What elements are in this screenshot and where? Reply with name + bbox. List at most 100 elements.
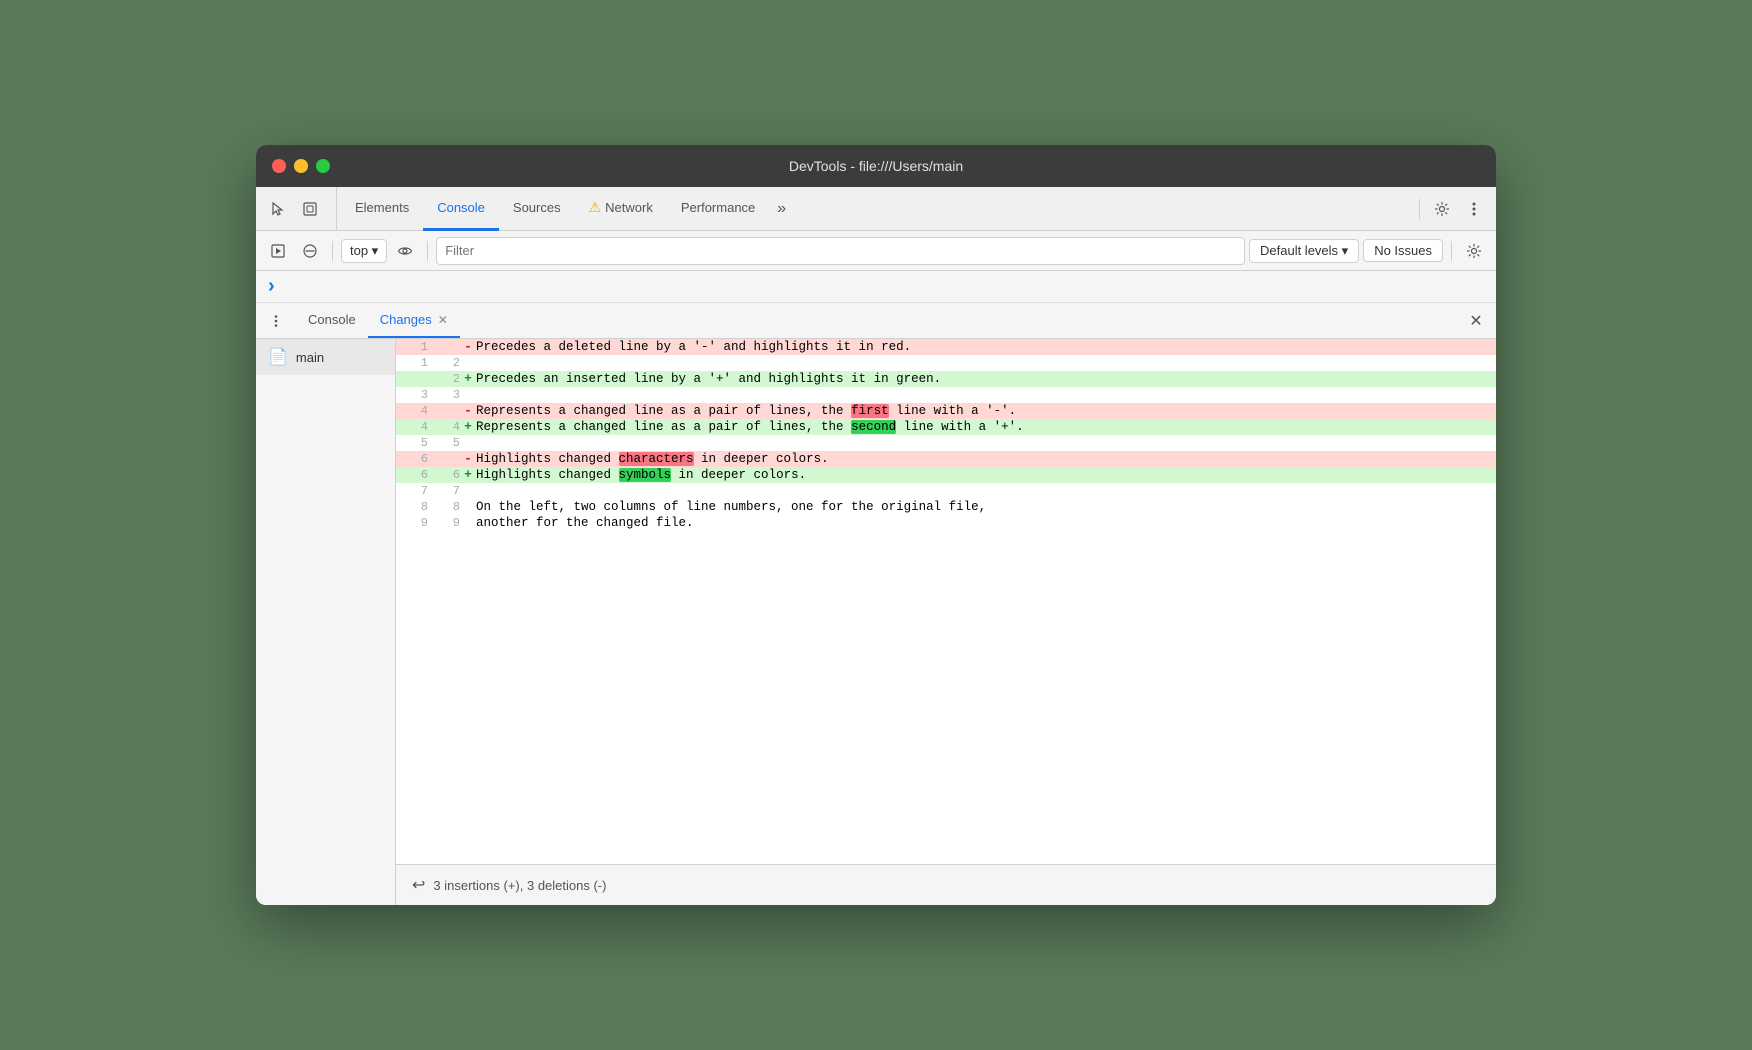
console-toolbar: top ▾ Default levels ▾ No Issues <box>256 231 1496 271</box>
close-changes-tab-button[interactable]: ✕ <box>438 313 448 327</box>
tab-network[interactable]: ⚠ Network <box>575 187 667 231</box>
more-tabs-button[interactable]: » <box>769 187 794 230</box>
diff-line-content <box>476 435 1496 451</box>
toolbar-separator-2 <box>427 241 428 261</box>
tab-performance[interactable]: Performance <box>667 187 769 231</box>
old-line-num: 9 <box>396 515 428 531</box>
minimize-button[interactable] <box>294 159 308 173</box>
undo-icon[interactable]: ↩ <box>412 875 425 895</box>
new-line-num: 2 <box>428 355 460 371</box>
file-icon: 📄 <box>268 347 288 367</box>
new-line-num: 3 <box>428 387 460 403</box>
old-line-num: 1 <box>396 339 428 355</box>
tab-bar-icons <box>264 187 337 230</box>
toolbar-separator-3 <box>1451 241 1452 261</box>
console-settings-icon[interactable] <box>1460 237 1488 265</box>
settings-icon[interactable] <box>1428 195 1456 223</box>
content-wrapper: Console Changes ✕ ✕ 📄 main <box>256 303 1496 905</box>
panel-tabs-more-icon[interactable] <box>264 309 288 333</box>
diff-sign: + <box>460 371 476 387</box>
toolbar-separator-1 <box>332 241 333 261</box>
new-line-num: 7 <box>428 483 460 499</box>
diff-line-content: On the left, two columns of line numbers… <box>476 499 1496 515</box>
diff-table: 1-Precedes a deleted line by a '-' and h… <box>396 339 1496 531</box>
tab-elements[interactable]: Elements <box>341 187 423 231</box>
old-line-num: 5 <box>396 435 428 451</box>
diff-line-content: Highlights changed characters in deeper … <box>476 451 1496 467</box>
side-panel-item-main[interactable]: 📄 main <box>256 339 395 375</box>
traffic-lights <box>272 159 330 173</box>
tab-bar-right <box>1415 187 1488 230</box>
old-line-num: 7 <box>396 483 428 499</box>
new-line-num <box>428 403 460 419</box>
diff-line-content <box>476 483 1496 499</box>
maximize-button[interactable] <box>316 159 330 173</box>
devtools-window: DevTools - file:///Users/main Elements C… <box>256 145 1496 905</box>
tab-console[interactable]: Console <box>423 187 499 231</box>
run-script-icon[interactable] <box>264 237 292 265</box>
more-options-icon[interactable] <box>1460 195 1488 223</box>
diff-sign <box>460 435 476 451</box>
tab-sources[interactable]: Sources <box>499 187 575 231</box>
eye-icon[interactable] <box>391 237 419 265</box>
diff-sign: + <box>460 419 476 435</box>
diff-line-content: another for the changed file. <box>476 515 1496 531</box>
old-line-num: 6 <box>396 451 428 467</box>
clear-console-icon[interactable] <box>296 237 324 265</box>
old-line-num: 4 <box>396 403 428 419</box>
console-arrow-icon: › <box>268 275 275 298</box>
old-line-num: 4 <box>396 419 428 435</box>
new-line-num: 5 <box>428 435 460 451</box>
main-area: 📄 main 1-Precedes a deleted line by a '-… <box>256 339 1496 905</box>
old-line-num: 3 <box>396 387 428 403</box>
top-context-dropdown[interactable]: top ▾ <box>341 239 387 263</box>
panel-tab-changes[interactable]: Changes ✕ <box>368 303 460 338</box>
new-line-num: 8 <box>428 499 460 515</box>
diff-sign: - <box>460 339 476 355</box>
diff-line-content: Represents a changed line as a pair of l… <box>476 403 1496 419</box>
panel-tabs-bar: Console Changes ✕ ✕ <box>256 303 1496 339</box>
warning-icon: ⚠ <box>589 199 602 216</box>
close-button[interactable] <box>272 159 286 173</box>
new-line-num: 4 <box>428 419 460 435</box>
diff-footer: ↩ 3 insertions (+), 3 deletions (-) <box>396 864 1496 905</box>
window-title: DevTools - file:///Users/main <box>789 158 963 174</box>
diff-view[interactable]: 1-Precedes a deleted line by a '-' and h… <box>396 339 1496 864</box>
title-bar: DevTools - file:///Users/main <box>256 145 1496 187</box>
old-line-num <box>396 371 428 387</box>
diff-stats: 3 insertions (+), 3 deletions (-) <box>433 878 606 893</box>
inspect-element-icon[interactable] <box>296 195 324 223</box>
cursor-tool-icon[interactable] <box>264 195 292 223</box>
diff-line-content: Precedes an inserted line by a '+' and h… <box>476 371 1496 387</box>
new-line-num <box>428 451 460 467</box>
new-line-num <box>428 339 460 355</box>
diff-sign: + <box>460 467 476 483</box>
diff-line-content: Represents a changed line as a pair of l… <box>476 419 1496 435</box>
old-line-num: 6 <box>396 467 428 483</box>
diff-sign <box>460 515 476 531</box>
diff-line-content <box>476 387 1496 403</box>
diff-panel: 1-Precedes a deleted line by a '-' and h… <box>396 339 1496 905</box>
tab-bar: Elements Console Sources ⚠ Network Perfo… <box>256 187 1496 231</box>
close-panel-button[interactable]: ✕ <box>1464 309 1488 333</box>
diff-sign <box>460 355 476 371</box>
new-line-num: 9 <box>428 515 460 531</box>
side-panel: 📄 main <box>256 339 396 905</box>
diff-line-content: Highlights changed symbols in deeper col… <box>476 467 1496 483</box>
old-line-num: 1 <box>396 355 428 371</box>
old-line-num: 8 <box>396 499 428 515</box>
diff-sign: - <box>460 451 476 467</box>
new-line-num: 2 <box>428 371 460 387</box>
diff-sign <box>460 483 476 499</box>
diff-sign <box>460 499 476 515</box>
filter-input[interactable] <box>436 237 1245 265</box>
diff-line-content <box>476 355 1496 371</box>
new-line-num: 6 <box>428 467 460 483</box>
diff-line-content: Precedes a deleted line by a '-' and hig… <box>476 339 1496 355</box>
no-issues-button[interactable]: No Issues <box>1363 239 1443 262</box>
console-prompt-bar: › <box>256 271 1496 303</box>
default-levels-dropdown[interactable]: Default levels ▾ <box>1249 239 1359 263</box>
diff-sign <box>460 387 476 403</box>
panel-tab-console[interactable]: Console <box>296 303 368 338</box>
diff-sign: - <box>460 403 476 419</box>
